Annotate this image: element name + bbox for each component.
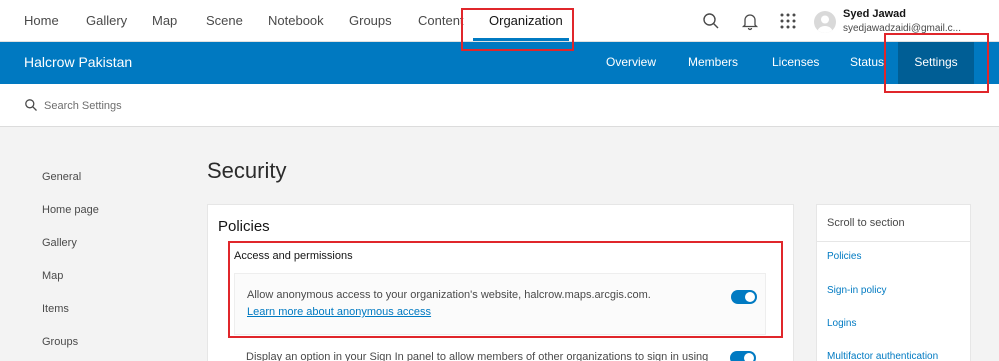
policies-title: Policies bbox=[218, 218, 270, 235]
anonymous-access-toggle[interactable] bbox=[731, 290, 757, 304]
scroll-link-sign-in-policy[interactable]: Sign-in policy bbox=[827, 285, 886, 296]
sidebar-item-gallery[interactable]: Gallery bbox=[42, 237, 77, 249]
sidebar-item-general[interactable]: General bbox=[42, 171, 81, 183]
tab-status[interactable]: Status bbox=[850, 42, 884, 84]
anonymous-access-description: Allow anonymous access to your organizat… bbox=[247, 289, 651, 301]
tab-licenses[interactable]: Licenses bbox=[772, 42, 819, 84]
scroll-link-multifactor[interactable]: Multifactor authentication bbox=[827, 351, 938, 361]
toggle-knob bbox=[744, 353, 754, 361]
nav-home[interactable]: Home bbox=[24, 0, 59, 42]
divider bbox=[817, 241, 970, 242]
scroll-link-logins[interactable]: Logins bbox=[827, 318, 856, 329]
nav-groups[interactable]: Groups bbox=[349, 0, 392, 42]
search-icon[interactable] bbox=[701, 11, 721, 31]
avatar[interactable] bbox=[814, 11, 836, 33]
user-name[interactable]: Syed Jawad bbox=[843, 8, 906, 20]
organization-title: Halcrow Pakistan bbox=[24, 54, 133, 70]
app-launcher-icon[interactable] bbox=[778, 11, 798, 31]
policies-card: Policies Access and permissions Allow an… bbox=[207, 204, 794, 361]
sidebar-item-items[interactable]: Items bbox=[42, 303, 69, 315]
page-title: Security bbox=[207, 158, 287, 183]
bell-icon[interactable] bbox=[740, 11, 760, 31]
anonymous-access-learn-more-link[interactable]: Learn more about anonymous access bbox=[247, 306, 431, 318]
top-navigation: Home Gallery Map Scene Notebook Groups C… bbox=[0, 0, 999, 42]
sidebar-item-map[interactable]: Map bbox=[42, 270, 63, 282]
organization-header: Halcrow Pakistan Overview Members Licens… bbox=[0, 42, 999, 84]
search-icon bbox=[24, 98, 38, 112]
toggle-knob bbox=[745, 292, 755, 302]
nav-organization[interactable]: Organization bbox=[489, 0, 563, 42]
sidebar-item-home-page[interactable]: Home page bbox=[42, 204, 99, 216]
nav-notebook[interactable]: Notebook bbox=[268, 0, 324, 42]
access-permissions-heading: Access and permissions bbox=[234, 250, 353, 262]
sidebar-item-groups[interactable]: Groups bbox=[42, 336, 78, 348]
signin-option-description: Display an option in your Sign In panel … bbox=[246, 351, 709, 361]
tab-overview[interactable]: Overview bbox=[606, 42, 656, 84]
anonymous-access-setting: Allow anonymous access to your organizat… bbox=[234, 273, 766, 335]
scroll-to-section-title: Scroll to section bbox=[827, 217, 905, 229]
signin-option-toggle[interactable] bbox=[730, 351, 756, 361]
user-email[interactable]: syedjawadzaidi@gmail.c... bbox=[843, 23, 993, 34]
settings-search-bar bbox=[0, 84, 999, 127]
active-nav-indicator bbox=[473, 38, 569, 41]
nav-content[interactable]: Content bbox=[418, 0, 464, 42]
search-settings-input[interactable] bbox=[44, 96, 444, 116]
nav-map[interactable]: Map bbox=[152, 0, 177, 42]
tab-members[interactable]: Members bbox=[688, 42, 738, 84]
tab-settings[interactable]: Settings bbox=[898, 42, 974, 84]
nav-gallery[interactable]: Gallery bbox=[86, 0, 127, 42]
scroll-link-policies[interactable]: Policies bbox=[827, 251, 861, 262]
nav-scene[interactable]: Scene bbox=[206, 0, 243, 42]
scroll-to-section-panel: Scroll to section Policies Sign-in polic… bbox=[816, 204, 971, 361]
